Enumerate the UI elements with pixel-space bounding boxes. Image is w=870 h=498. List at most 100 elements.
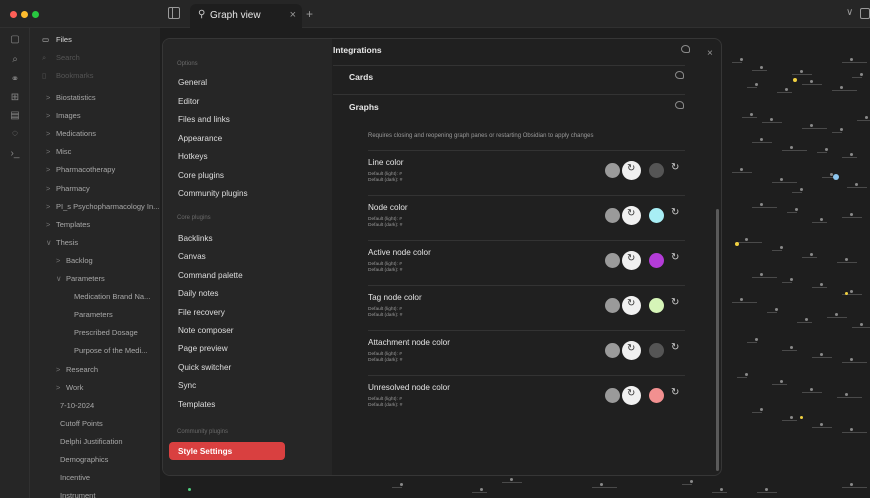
graph-node[interactable] <box>745 238 748 241</box>
right-sidebar-toggle-icon[interactable] <box>860 8 870 19</box>
graph-node[interactable] <box>690 480 693 483</box>
collapse-icon[interactable] <box>681 45 690 53</box>
color-swatch-default[interactable] <box>605 253 620 268</box>
graph-node[interactable] <box>820 353 823 356</box>
reset-icon[interactable] <box>622 251 641 270</box>
graph-node[interactable] <box>400 483 403 486</box>
graph-node[interactable] <box>760 66 763 69</box>
graph-node[interactable] <box>775 308 778 311</box>
graph-node[interactable] <box>850 213 853 216</box>
nav-item[interactable]: Quick switcher <box>169 358 285 376</box>
graph-node[interactable] <box>820 218 823 221</box>
graph-node[interactable] <box>845 258 848 261</box>
graph-node[interactable] <box>850 153 853 156</box>
graph-node[interactable] <box>600 483 603 486</box>
graph-node[interactable] <box>790 146 793 149</box>
calendar-icon[interactable]: ▤ <box>9 110 21 122</box>
nav-item[interactable]: File recovery <box>169 303 285 321</box>
graph-node[interactable] <box>790 346 793 349</box>
nav-item[interactable]: Canvas <box>169 247 285 265</box>
graph-node-highlight[interactable] <box>735 242 739 246</box>
nav-item[interactable]: Community plugins <box>169 184 285 202</box>
reset-icon[interactable] <box>622 206 641 225</box>
search-icon[interactable]: ⌕ <box>9 54 21 66</box>
nav-item[interactable]: Style Settings <box>169 442 285 460</box>
graph-node[interactable] <box>720 488 723 491</box>
graph-node[interactable] <box>840 128 843 131</box>
graph-node[interactable] <box>510 478 513 481</box>
graph-node[interactable] <box>785 88 788 91</box>
graph-node[interactable] <box>765 488 768 491</box>
graph-node[interactable] <box>855 183 858 186</box>
graph-node[interactable] <box>810 124 813 127</box>
graph-node[interactable] <box>860 73 863 76</box>
color-swatch[interactable] <box>649 388 664 403</box>
graph-node[interactable] <box>770 118 773 121</box>
graph-node[interactable] <box>800 188 803 191</box>
graph-node[interactable] <box>780 380 783 383</box>
color-swatch-default[interactable] <box>605 298 620 313</box>
terminal-icon[interactable]: ›_ <box>9 148 21 160</box>
graph-node[interactable] <box>760 203 763 206</box>
section-graphs[interactable]: Graphs <box>333 93 685 123</box>
reset-icon[interactable] <box>622 386 641 405</box>
reset-icon[interactable]: ↻ <box>671 207 679 218</box>
reset-icon[interactable] <box>622 161 641 180</box>
graph-node-highlight[interactable] <box>800 416 803 419</box>
files-icon[interactable]: ▢ <box>9 34 21 46</box>
graph-node[interactable] <box>860 323 863 326</box>
nav-item[interactable]: Page preview <box>169 339 285 357</box>
color-swatch[interactable] <box>649 343 664 358</box>
graph-node[interactable] <box>825 148 828 151</box>
graph-node[interactable] <box>755 83 758 86</box>
chevron-down-icon[interactable]: ∨ <box>846 7 853 18</box>
graph-node[interactable] <box>810 388 813 391</box>
nav-item[interactable]: Editor <box>169 92 285 110</box>
graph-node[interactable] <box>805 318 808 321</box>
graph-node[interactable] <box>800 70 803 73</box>
nav-item[interactable]: Sync <box>169 376 285 394</box>
graph-node[interactable] <box>780 178 783 181</box>
graph-node[interactable] <box>810 80 813 83</box>
color-swatch-default[interactable] <box>605 343 620 358</box>
tab-graph-view[interactable]: ⚲ Graph view × <box>190 4 302 28</box>
color-swatch[interactable] <box>649 298 664 313</box>
nav-item[interactable]: Backlinks <box>169 229 285 247</box>
reset-icon[interactable]: ↻ <box>671 387 679 398</box>
nav-item[interactable]: Command palette <box>169 266 285 284</box>
graph-node[interactable] <box>750 113 753 116</box>
graph-node[interactable] <box>760 138 763 141</box>
nav-item[interactable]: General <box>169 73 285 91</box>
graph-node[interactable] <box>810 253 813 256</box>
color-swatch[interactable] <box>649 253 664 268</box>
scrollbar[interactable] <box>716 209 719 471</box>
nav-item[interactable]: Hotkeys <box>169 147 285 165</box>
graph-node[interactable] <box>740 298 743 301</box>
color-swatch[interactable] <box>649 163 664 178</box>
graph-node[interactable] <box>820 283 823 286</box>
nav-item[interactable]: Files and links <box>169 110 285 128</box>
collapse-icon[interactable] <box>675 71 684 79</box>
graph-node-highlight[interactable] <box>793 78 797 82</box>
graph-node[interactable] <box>760 408 763 411</box>
nav-item[interactable]: Note composer <box>169 321 285 339</box>
maximize-window-button[interactable] <box>32 11 39 18</box>
graph-node[interactable] <box>850 358 853 361</box>
graph-node[interactable] <box>840 86 843 89</box>
graph-node[interactable] <box>480 488 483 491</box>
graph-node-highlight[interactable] <box>845 292 848 295</box>
reset-icon[interactable]: ↻ <box>671 342 679 353</box>
nav-item[interactable]: Daily notes <box>169 284 285 302</box>
reset-icon[interactable]: ↻ <box>671 297 679 308</box>
graph-node[interactable] <box>850 290 853 293</box>
close-icon[interactable]: × <box>707 48 713 59</box>
graph-node[interactable] <box>740 168 743 171</box>
graph-node-highlight[interactable] <box>188 488 191 491</box>
minimize-window-button[interactable] <box>21 11 28 18</box>
new-tab-button[interactable]: + <box>306 7 313 21</box>
graph-node[interactable] <box>790 416 793 419</box>
graph-node[interactable] <box>845 393 848 396</box>
graph-node[interactable] <box>790 278 793 281</box>
close-window-button[interactable] <box>10 11 17 18</box>
graph-node[interactable] <box>865 116 868 119</box>
